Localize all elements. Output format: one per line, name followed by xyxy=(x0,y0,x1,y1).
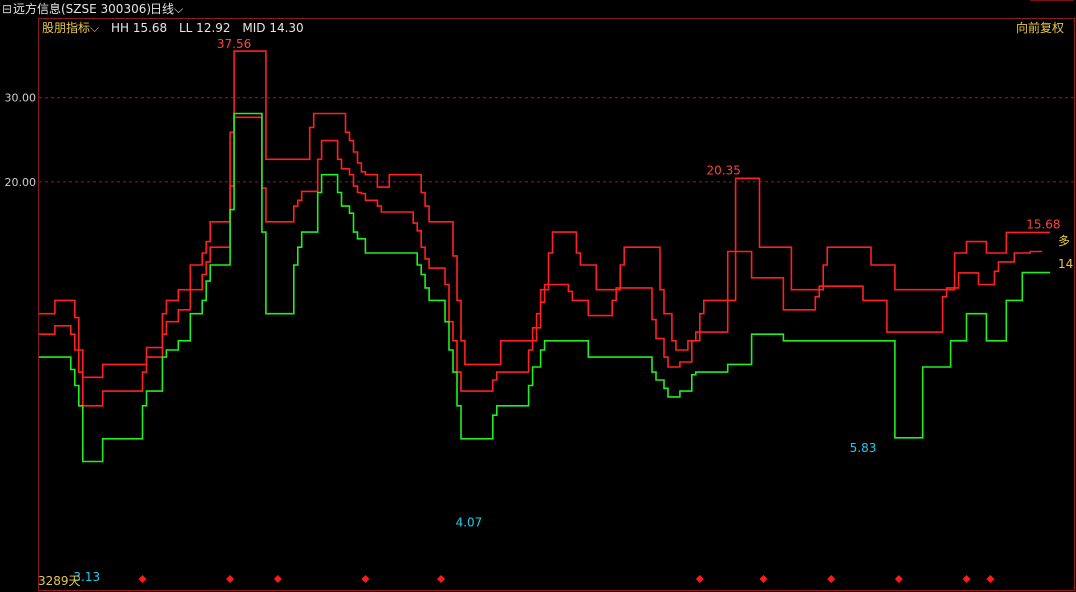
annotation-label: 4.07 xyxy=(456,515,483,529)
signal-marker xyxy=(226,575,235,583)
signal-marker xyxy=(437,575,446,583)
annotation-label: 5.83 xyxy=(850,441,877,455)
signal-marker xyxy=(273,575,282,583)
signal-marker xyxy=(986,575,995,583)
annotation-label: 20.35 xyxy=(707,163,741,177)
indicator-chart[interactable]: 30.0020.0037.5620.3515.683.134.075.8314多… xyxy=(0,0,1076,592)
y-tick-label: 30.00 xyxy=(5,92,37,105)
annotation-label: 多 xyxy=(1058,234,1070,248)
signal-marker xyxy=(827,575,836,583)
annotation-label: 37.56 xyxy=(217,37,251,51)
y-tick-label: 20.00 xyxy=(5,176,37,189)
signal-marker xyxy=(759,575,768,583)
signal-marker xyxy=(138,575,147,583)
signal-marker xyxy=(962,575,971,583)
days-count-label: 3289天 xyxy=(38,574,81,588)
signal-marker xyxy=(695,575,704,583)
annotation-label: 14 xyxy=(1058,257,1073,271)
signal-marker xyxy=(894,575,903,583)
signal-marker xyxy=(361,575,370,583)
annotation-label: 15.68 xyxy=(1026,217,1060,231)
